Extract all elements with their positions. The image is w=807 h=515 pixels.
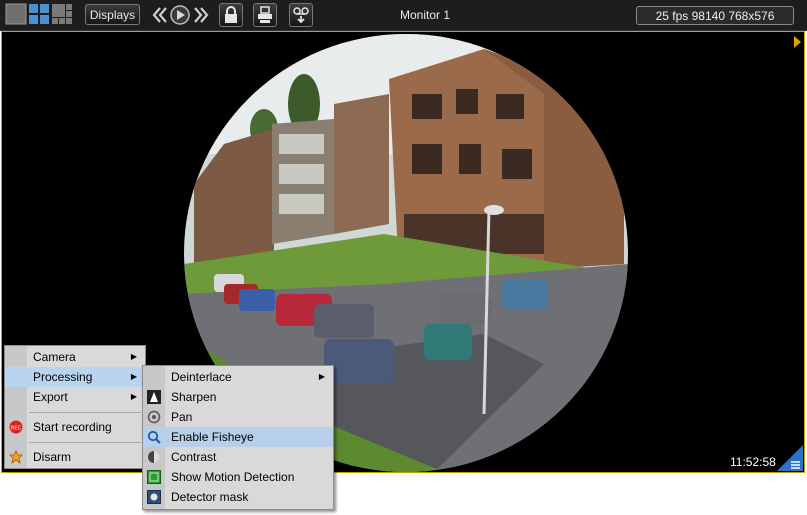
options-corner-icon[interactable] — [777, 445, 803, 471]
menu-item-start-recording[interactable]: REC Start recording — [5, 417, 145, 437]
submenu-arrow-icon: ▶ — [130, 392, 137, 401]
tape-download-icon — [293, 7, 309, 24]
submenu-item-sharpen[interactable]: Sharpen — [143, 387, 333, 407]
pan-icon — [147, 410, 161, 424]
svg-text:REC: REC — [11, 426, 22, 432]
menu-item-label: Detector mask — [171, 490, 249, 504]
menu-item-label: Sharpen — [171, 390, 217, 404]
menu-item-label: Export — [33, 390, 68, 404]
menu-item-label: Start recording — [33, 420, 112, 434]
submenu-item-pan[interactable]: Pan — [143, 407, 333, 427]
menu-item-processing[interactable]: Processing ▶ — [5, 367, 145, 387]
menu-item-export[interactable]: Export ▶ — [5, 387, 145, 407]
timestamp-overlay: 11:52:58 — [730, 455, 776, 469]
context-menu: Camera ▶ Processing ▶ Export ▶ REC Start… — [4, 345, 146, 469]
lock-icon — [225, 6, 237, 23]
panel-toggle-icon[interactable] — [792, 35, 802, 49]
submenu-item-deinterlace[interactable]: Deinterlace ▶ — [143, 367, 333, 387]
submenu-item-contrast[interactable]: Contrast — [143, 447, 333, 467]
motion-detection-icon — [147, 470, 161, 484]
menu-item-label: Pan — [171, 410, 193, 424]
menu-item-label: Processing — [33, 370, 93, 384]
menu-item-label: Camera — [33, 350, 76, 364]
multi-layout-icon[interactable] — [51, 3, 73, 25]
menu-item-label: Enable Fisheye — [171, 430, 254, 444]
disarm-icon — [9, 450, 23, 464]
single-layout-icon[interactable] — [5, 3, 27, 25]
menu-separator — [29, 442, 141, 443]
sharpen-icon — [147, 390, 161, 404]
stream-status: 25 fps 98140 768x576 — [636, 6, 794, 25]
submenu-item-enable-fisheye[interactable]: Enable Fisheye — [143, 427, 333, 447]
quad-layout-icon[interactable] — [28, 3, 50, 25]
submenu-arrow-icon: ▶ — [130, 372, 137, 381]
detector-mask-icon — [147, 490, 161, 504]
submenu-arrow-icon: ▶ — [130, 352, 137, 361]
contrast-icon — [148, 451, 160, 463]
menu-item-disarm[interactable]: Disarm — [5, 447, 145, 467]
play-icon[interactable] — [170, 5, 190, 25]
fast-forward-icon[interactable] — [192, 6, 210, 24]
monitor-title: Monitor 1 — [399, 8, 451, 22]
printer-icon — [258, 6, 272, 23]
displays-button[interactable]: Displays — [85, 4, 140, 25]
magnifier-icon — [147, 430, 161, 444]
lock-button[interactable] — [219, 3, 243, 27]
record-tape-button[interactable] — [289, 3, 313, 27]
submenu-item-show-motion-detection[interactable]: Show Motion Detection — [143, 467, 333, 487]
submenu-item-detector-mask[interactable]: Detector mask — [143, 487, 333, 507]
menu-item-camera[interactable]: Camera ▶ — [5, 347, 145, 367]
toolbar: Displays Monitor 1 25 fps 98140 768x576 — [0, 0, 807, 31]
submenu-arrow-icon: ▶ — [318, 372, 325, 381]
rewind-icon[interactable] — [151, 6, 169, 24]
processing-submenu: Deinterlace ▶ Sharpen Pan Enable Fisheye… — [142, 365, 334, 510]
menu-item-label: Deinterlace — [171, 370, 232, 384]
print-button[interactable] — [253, 3, 277, 27]
menu-separator — [29, 412, 141, 413]
menu-item-label: Show Motion Detection — [171, 470, 295, 484]
record-icon: REC — [9, 420, 23, 434]
menu-item-label: Disarm — [33, 450, 71, 464]
menu-item-label: Contrast — [171, 450, 217, 464]
